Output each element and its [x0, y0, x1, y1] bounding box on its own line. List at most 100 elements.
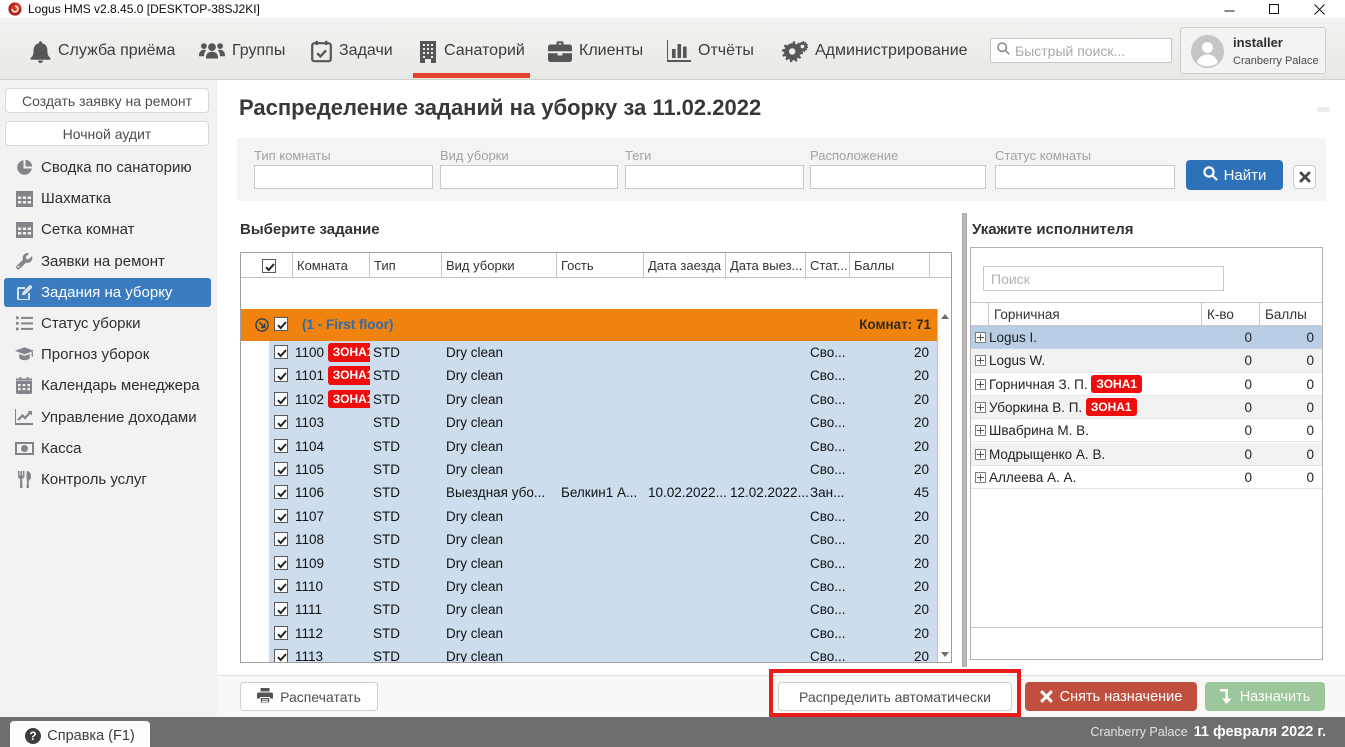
window-maximize-button[interactable] — [1259, 0, 1289, 18]
select-all-checkbox[interactable] — [262, 259, 276, 273]
group-row-first-floor[interactable]: (1 - First floor)Комнат: 71 — [241, 309, 937, 341]
sidebar-item-8[interactable]: Управление доходами — [4, 403, 211, 432]
row-checkbox[interactable] — [274, 649, 288, 662]
row-checkbox[interactable] — [274, 439, 288, 453]
sidebar-item-6[interactable]: Прогноз уборок — [4, 340, 211, 369]
executor-row-3[interactable]: Уборкина В. П. ЗОНА100 — [971, 396, 1322, 419]
column-header-room[interactable]: Комната — [293, 253, 370, 278]
task-row-1109[interactable]: 1109STDDry cleanСво...20 — [241, 552, 937, 575]
create-repair-request-button[interactable]: Создать заявку на ремонт — [5, 88, 209, 113]
expand-plus-icon[interactable] — [975, 355, 986, 366]
executor-row-5[interactable]: Модрыщенко А. В.00 — [971, 443, 1322, 466]
sidebar-item-7[interactable]: Календарь менеджера — [4, 371, 211, 400]
sidebar-item-1[interactable]: Шахматка — [4, 184, 211, 213]
collapse-panel-dash[interactable] — [1317, 107, 1330, 112]
user-box[interactable]: installer Cranberry Palace — [1180, 27, 1326, 74]
window-close-button[interactable] — [1304, 0, 1334, 18]
nav-item-reception[interactable]: Служба приёма — [30, 26, 175, 76]
column-header-kvo[interactable]: К-во — [1201, 303, 1259, 326]
column-header-arrive[interactable]: Дата заезда — [644, 253, 726, 278]
column-header-clean[interactable]: Вид уборки — [442, 253, 557, 278]
location-input[interactable] — [810, 165, 986, 189]
executor-row-1[interactable]: Logus W.00 — [971, 349, 1322, 372]
row-checkbox[interactable] — [274, 368, 288, 382]
sidebar-item-2[interactable]: Сетка комнат — [4, 215, 211, 244]
row-checkbox[interactable] — [274, 345, 288, 359]
expand-plus-icon[interactable] — [975, 449, 986, 460]
task-row-1104[interactable]: 1104STDDry cleanСво...20 — [241, 435, 937, 458]
task-row-1111[interactable]: 1111STDDry cleanСво...20 — [241, 598, 937, 621]
column-header-guest[interactable]: Гость — [557, 253, 644, 278]
task-row-1101[interactable]: 1101 ЗОНА1STDDry cleanСво...20 — [241, 364, 937, 387]
row-checkbox[interactable] — [274, 602, 288, 616]
sidebar-item-5[interactable]: Статус уборки — [4, 309, 211, 338]
find-button[interactable]: Найти — [1186, 160, 1283, 190]
executor-row-0[interactable]: Logus I.00 — [971, 326, 1322, 349]
scroll-down-arrow[interactable] — [941, 652, 949, 657]
expand-plus-icon[interactable] — [975, 402, 986, 413]
sidebar-item-4[interactable]: Задания на уборку — [4, 278, 211, 307]
unassign-button[interactable]: Снять назначение — [1025, 682, 1197, 711]
room-type-input[interactable] — [254, 165, 433, 189]
collapse-circle-arrow-icon[interactable] — [255, 318, 269, 337]
column-header-points[interactable]: Баллы — [850, 253, 930, 278]
executor-row-2[interactable]: Горничная З. П. ЗОНА100 — [971, 373, 1322, 396]
task-row-1113[interactable]: 1113STDDry cleanСво...20 — [241, 645, 937, 662]
executor-search-input[interactable]: Поиск — [983, 266, 1224, 291]
column-header-points[interactable]: Баллы — [1259, 303, 1321, 326]
help-button[interactable]: ? Справка (F1) — [10, 721, 150, 747]
print-button[interactable]: Распечатать — [240, 682, 378, 711]
clear-filter-button[interactable] — [1293, 165, 1316, 189]
task-row-1106[interactable]: 1106STDВыездная убо...Белкин1 А...10.02.… — [241, 481, 937, 504]
row-checkbox[interactable] — [274, 556, 288, 570]
night-audit-button[interactable]: Ночной аудит — [5, 121, 209, 146]
nav-item-sanatorium[interactable]: Санаторий — [419, 26, 525, 76]
row-checkbox[interactable] — [274, 415, 288, 429]
expand-plus-icon[interactable] — [975, 425, 986, 436]
column-header-type[interactable]: Тип — [370, 253, 442, 278]
window-minimize-button[interactable] — [1214, 0, 1244, 18]
executor-row-4[interactable]: Швабрина М. В.00 — [971, 419, 1322, 442]
assign-button[interactable]: Назначить — [1205, 682, 1325, 711]
task-row-1110[interactable]: 1110STDDry cleanСво...20 — [241, 575, 937, 598]
quick-search-input[interactable]: Быстрый поиск... — [990, 38, 1172, 63]
task-row-1108[interactable]: 1108STDDry cleanСво...20 — [241, 528, 937, 551]
task-row-1102[interactable]: 1102 ЗОНА1STDDry cleanСво...20 — [241, 388, 937, 411]
sidebar-item-0[interactable]: Сводка по санаторию — [4, 153, 211, 182]
group-checkbox[interactable] — [274, 317, 288, 331]
task-row-1100[interactable]: 1100 ЗОНА1STDDry cleanСво...20 — [241, 341, 937, 364]
row-checkbox[interactable] — [274, 626, 288, 640]
nav-item-tasks[interactable]: Задачи — [311, 26, 393, 76]
row-checkbox[interactable] — [274, 532, 288, 546]
nav-item-administration[interactable]: Администрирование — [782, 26, 968, 76]
expand-plus-icon[interactable] — [975, 472, 986, 483]
column-header-status[interactable]: Стат... — [806, 253, 850, 278]
tags-input[interactable] — [625, 165, 804, 189]
row-checkbox[interactable] — [274, 485, 288, 499]
row-checkbox[interactable] — [274, 579, 288, 593]
clean-type-input[interactable] — [440, 165, 618, 189]
sidebar-item-3[interactable]: Заявки на ремонт — [4, 247, 211, 276]
nav-item-groups[interactable]: Группы — [199, 26, 285, 76]
sidebar-item-10[interactable]: Контроль услуг — [4, 465, 211, 494]
cell-type: STD — [373, 388, 442, 411]
task-row-1103[interactable]: 1103STDDry cleanСво...20 — [241, 411, 937, 434]
column-header-depart[interactable]: Дата выез... — [726, 253, 806, 278]
row-checkbox[interactable] — [274, 509, 288, 523]
vertical-scrollbar[interactable] — [937, 309, 951, 662]
executor-row-6[interactable]: Аллеева А. А.00 — [971, 466, 1322, 489]
room-status-input[interactable] — [995, 165, 1175, 189]
nav-item-clients[interactable]: Клиенты — [548, 26, 643, 76]
task-row-1112[interactable]: 1112STDDry cleanСво...20 — [241, 622, 937, 645]
column-header-maid[interactable]: Горничная — [988, 303, 1201, 326]
row-checkbox[interactable] — [274, 462, 288, 476]
nav-item-reports[interactable]: Отчёты — [667, 26, 754, 76]
expand-plus-icon[interactable] — [975, 379, 986, 390]
task-row-1105[interactable]: 1105STDDry cleanСво...20 — [241, 458, 937, 481]
sidebar-item-9[interactable]: 0Касса — [4, 434, 211, 463]
scroll-up-arrow[interactable] — [941, 314, 949, 319]
expand-plus-icon[interactable] — [975, 332, 986, 343]
task-row-1107[interactable]: 1107STDDry cleanСво...20 — [241, 505, 937, 528]
tasks-section-title: Выберите задание — [240, 221, 380, 238]
row-checkbox[interactable] — [274, 392, 288, 406]
